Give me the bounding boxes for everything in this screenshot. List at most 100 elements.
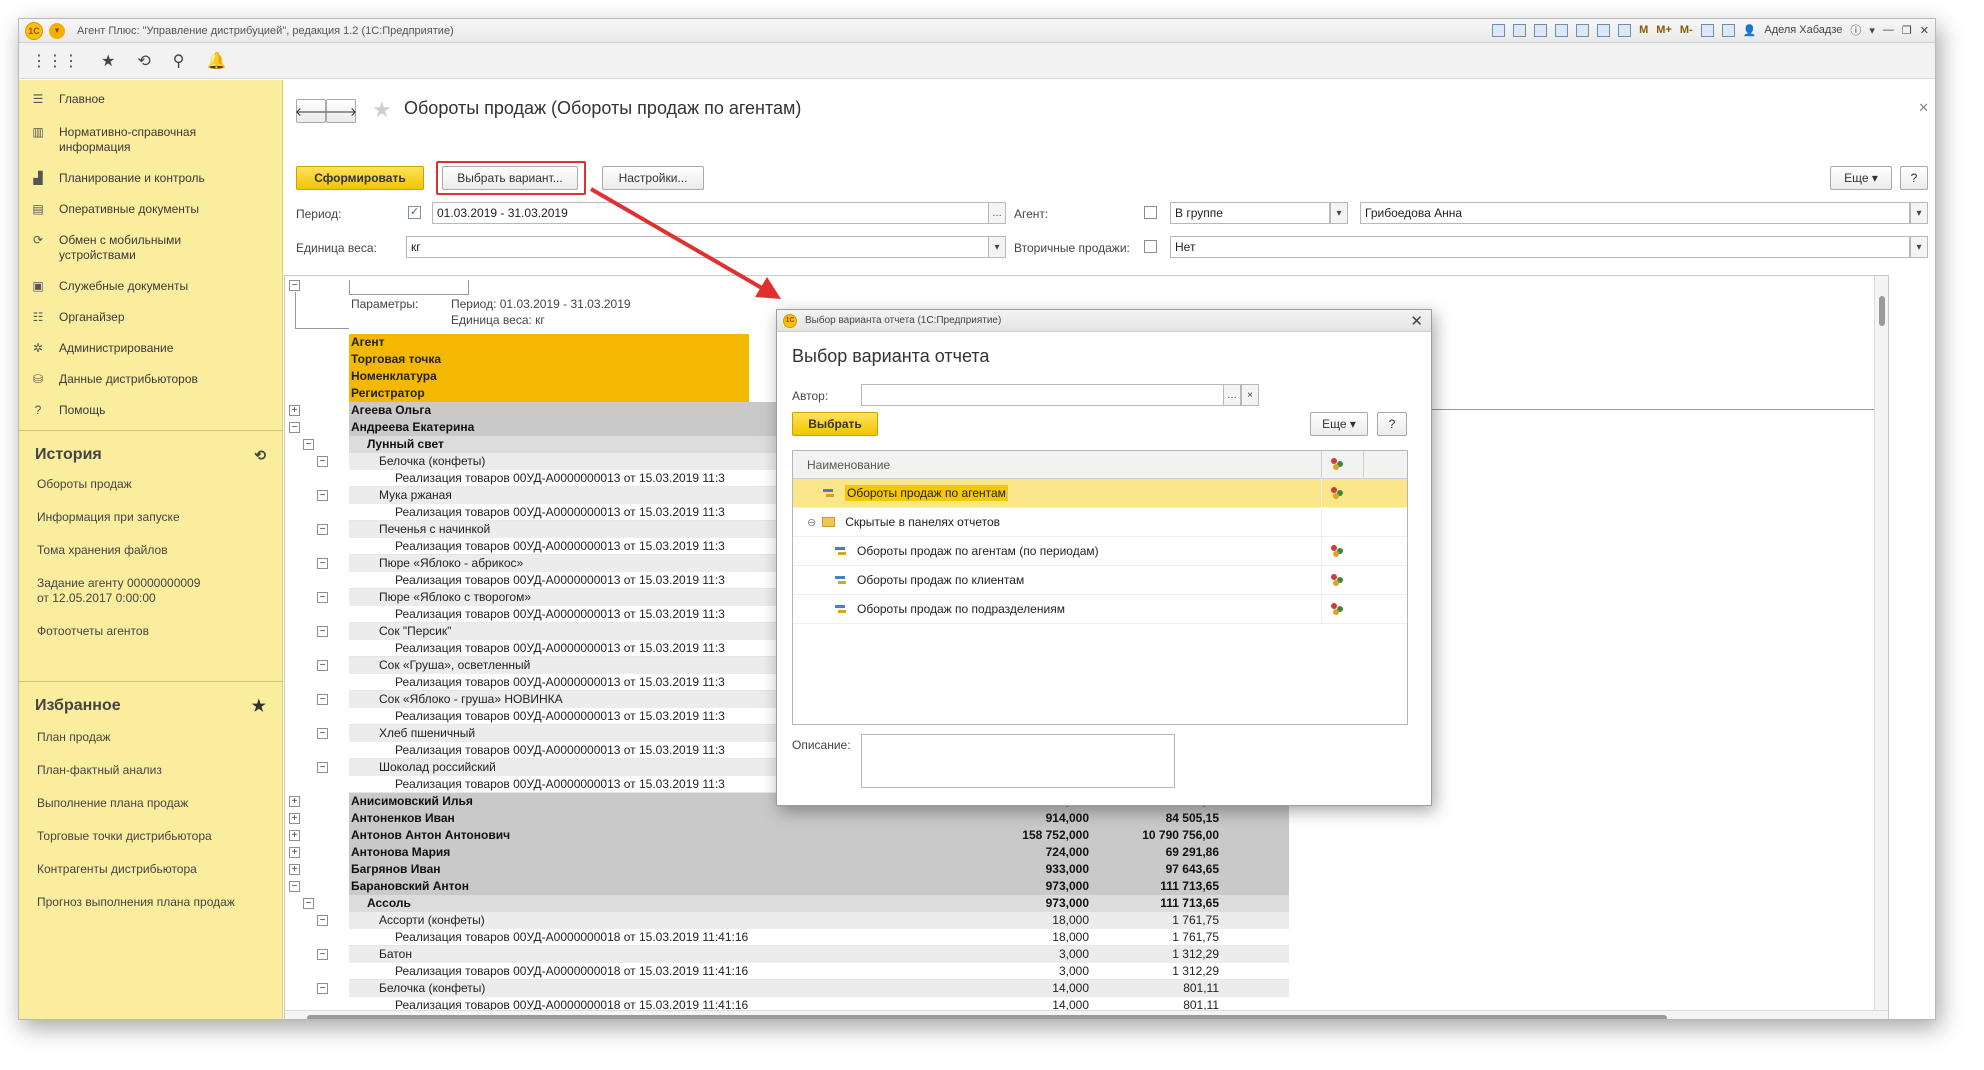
report-row[interactable]: Барановский Антон 973,000 111 713,65 — [349, 878, 1289, 895]
info-icon[interactable]: ⓘ — [1850, 22, 1861, 38]
collapse-toggle[interactable]: − — [317, 592, 328, 603]
preview-icon[interactable] — [1534, 23, 1548, 37]
params-collapse-toggle[interactable]: − — [289, 280, 300, 291]
history-item[interactable]: Обороты продаж — [19, 477, 282, 492]
secondary-sales-checkbox[interactable] — [1144, 240, 1157, 253]
agent-dropdown[interactable]: ▾ — [1910, 202, 1928, 224]
sidebar-item-planning[interactable]: ▟ Планирование и контроль — [19, 165, 282, 192]
history-clock-icon[interactable]: ⟲ — [254, 447, 266, 464]
collapse-toggle[interactable]: − — [317, 490, 328, 501]
favorite-item[interactable]: Контрагенты дистрибьютора — [19, 862, 282, 877]
period-field[interactable]: 01.03.2019 - 31.03.2019 — [432, 202, 990, 224]
report-row[interactable]: Багрянов Иван 933,000 97 643,65 — [349, 861, 1289, 878]
form-close-icon[interactable]: ✕ — [1918, 100, 1929, 116]
favorites-star-icon[interactable]: ★ — [101, 51, 115, 71]
expand-toggle[interactable]: + — [289, 405, 300, 416]
calendar-icon[interactable] — [1618, 23, 1632, 37]
history-icon[interactable]: ⟲ — [137, 51, 150, 71]
variants-list[interactable]: Наименование Обороты продаж по агентам ⊖ С… — [792, 450, 1408, 725]
report-row[interactable]: Батон 3,000 1 312,29 — [349, 946, 1289, 963]
report-row[interactable]: Белочка (конфеты) 14,000 801,11 — [349, 980, 1289, 997]
search-icon[interactable]: ⚲ — [173, 51, 185, 71]
close-icon[interactable]: ✕ — [1920, 24, 1929, 37]
history-item[interactable]: Фотоотчеты агентов — [19, 624, 282, 639]
period-select-button[interactable]: … — [988, 202, 1006, 224]
sidebar-item-organizer[interactable]: ☷ Органайзер — [19, 304, 282, 331]
author-select-button[interactable]: … — [1223, 384, 1241, 406]
more-button[interactable]: Еще ▾ — [1830, 166, 1892, 190]
forward-button[interactable]: 🡒 — [325, 99, 357, 123]
collapse-toggle[interactable]: − — [289, 422, 300, 433]
minimize-icon[interactable]: — — [1883, 24, 1894, 36]
expand-toggle[interactable]: + — [289, 847, 300, 858]
favorite-item[interactable]: Прогноз выполнения плана продаж — [19, 895, 282, 910]
horizontal-scrollbar[interactable] — [285, 1010, 1888, 1019]
collapse-toggle[interactable]: − — [317, 949, 328, 960]
collapse-toggle[interactable]: − — [289, 881, 300, 892]
collapse-toggle[interactable]: − — [303, 898, 314, 909]
sidebar-item-operative-docs[interactable]: ▤ Оперативные документы — [19, 196, 282, 223]
expand-toggle[interactable]: + — [289, 830, 300, 841]
collapse-toggle[interactable]: − — [317, 660, 328, 671]
collapse-toggle[interactable]: − — [317, 915, 328, 926]
vertical-scroll-thumb[interactable] — [1879, 296, 1885, 326]
choose-variant-button[interactable]: Выбрать вариант... — [442, 166, 578, 190]
help-button[interactable]: ? — [1900, 166, 1928, 190]
user-name[interactable]: Аделя Хабадзе — [1764, 24, 1842, 36]
main-menu-icon[interactable]: ▾ — [49, 22, 65, 39]
favorite-item[interactable]: Выполнение плана продаж — [19, 796, 282, 811]
period-checkbox[interactable]: ✓ — [408, 206, 421, 219]
dialog-more-button[interactable]: Еще ▾ — [1310, 412, 1368, 436]
unit-dropdown[interactable]: ▾ — [988, 236, 1006, 258]
report-row[interactable]: Антоненков Иван 914,000 84 505,15 — [349, 810, 1289, 827]
author-field[interactable] — [861, 384, 1225, 406]
collapse-toggle[interactable]: − — [317, 456, 328, 467]
dialog-help-button[interactable]: ? — [1377, 412, 1407, 436]
collapse-toggle[interactable]: − — [317, 983, 328, 994]
collapse-toggle[interactable]: − — [317, 524, 328, 535]
history-item[interactable]: Задание агенту 00000000009 от 12.05.2017… — [19, 576, 229, 606]
memory-minus-button[interactable]: M- — [1680, 24, 1693, 36]
expand-toggle[interactable]: + — [289, 864, 300, 875]
select-button[interactable]: Выбрать — [792, 412, 878, 436]
sidebar-item-mobile-exchange[interactable]: ⟳ Обмен с мобильными устройствами — [19, 227, 282, 269]
history-item[interactable]: Тома хранения файлов — [19, 543, 282, 558]
collapse-toggle[interactable]: − — [303, 439, 314, 450]
sidebar-item-service-docs[interactable]: ▣ Служебные документы — [19, 273, 282, 300]
report-row[interactable]: Антонова Мария 724,000 69 291,86 — [349, 844, 1289, 861]
column-name-header[interactable]: Наименование — [807, 458, 890, 472]
table-icon[interactable] — [1597, 23, 1611, 37]
favorite-star-icon[interactable]: ★ — [372, 97, 392, 123]
variant-list-item[interactable]: ⊖ Скрытые в панелях отчетов — [793, 508, 1407, 537]
dialog-close-icon[interactable]: ✕ — [1410, 312, 1423, 330]
sidebar-item-main[interactable]: ☰ Главное — [19, 86, 282, 113]
variant-list-item[interactable]: Обороты продаж по агентам (по периодам) — [793, 537, 1407, 566]
memory-plus-button[interactable]: M+ — [1656, 24, 1672, 36]
sidebar-item-administration[interactable]: ✲ Администрирование — [19, 335, 282, 362]
download-icon[interactable] — [1555, 23, 1569, 37]
variant-list-item[interactable]: Обороты продаж по клиентам — [793, 566, 1407, 595]
sidebar-item-distributor-data[interactable]: ⛁ Данные дистрибьюторов — [19, 366, 282, 393]
expand-toggle[interactable]: + — [289, 813, 300, 824]
unit-field[interactable]: кг — [406, 236, 992, 258]
favorite-item[interactable]: Торговые точки дистрибьютора — [19, 829, 282, 844]
back-button[interactable]: 🡐 — [295, 99, 327, 123]
sidebar-item-reference-info[interactable]: ▥ Нормативно-справочная информация — [19, 119, 282, 161]
panel-icon[interactable] — [1721, 23, 1735, 37]
favorites-star-icon[interactable]: ★ — [252, 696, 266, 716]
variant-list-item[interactable]: Обороты продаж по агентам — [793, 479, 1407, 508]
agent-mode-dropdown[interactable]: ▾ — [1330, 202, 1348, 224]
memory-button[interactable]: M — [1639, 24, 1648, 36]
expand-toggle[interactable]: + — [289, 796, 300, 807]
favorite-item[interactable]: План продаж — [19, 730, 282, 745]
zoom-icon[interactable] — [1700, 23, 1714, 37]
sidebar-item-help[interactable]: ? Помощь — [19, 397, 282, 424]
report-row[interactable]: Антонов Антон Антонович 158 752,000 10 790… — [349, 827, 1289, 844]
notifications-bell-icon[interactable]: 🔔 — [206, 51, 226, 71]
collapse-toggle[interactable]: − — [317, 762, 328, 773]
copy-icon[interactable] — [1576, 23, 1590, 37]
settings-dropdown-icon[interactable]: ▾ — [1869, 24, 1875, 37]
agent-checkbox[interactable] — [1144, 206, 1157, 219]
secondary-sales-dropdown[interactable]: ▾ — [1910, 236, 1928, 258]
secondary-sales-field[interactable]: Нет — [1170, 236, 1910, 258]
